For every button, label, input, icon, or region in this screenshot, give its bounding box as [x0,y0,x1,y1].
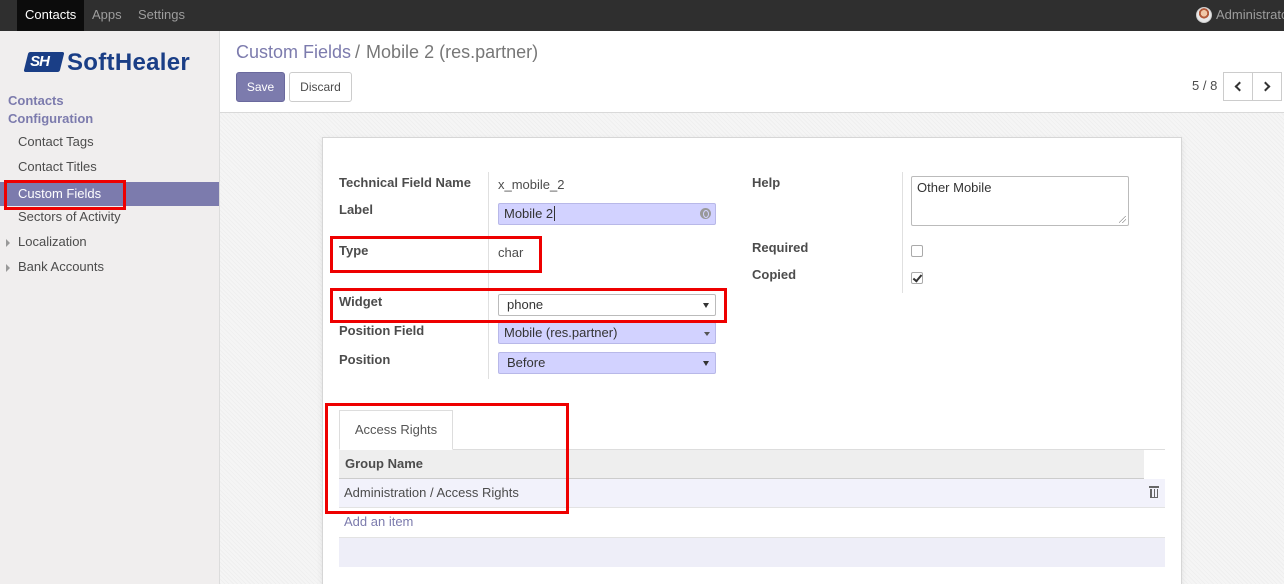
pager-value[interactable]: 5 / 8 [1192,78,1217,93]
logo-wordmark: SoftHealer [67,49,191,76]
sidebar-item-contact-titles[interactable]: Contact Titles [0,155,219,179]
label-input[interactable]: Mobile 2 [498,203,716,225]
nav-menu-apps[interactable]: Apps [92,0,122,31]
breadcrumb: Custom Fields / Mobile 2 (res.partner) [236,42,538,63]
position-field-select[interactable]: Mobile (res.partner) [498,322,716,344]
pager-next-button[interactable] [1252,72,1282,101]
highlight-access-rights [325,403,569,514]
logo-mark-icon [23,52,65,72]
sidebar-item-label: Bank Accounts [18,259,104,274]
position-label: Position [339,352,391,367]
help-textarea[interactable]: Other Mobile [911,176,1129,226]
position-select-value: Before [507,355,546,370]
resize-grip-icon[interactable] [1119,216,1126,223]
pager-previous-button[interactable] [1223,72,1253,101]
sidebar-item-localization[interactable]: Localization [0,230,219,254]
breadcrumb-parent-link[interactable]: Custom Fields [236,42,351,62]
sidebar-item-label: Contact Titles [18,159,97,174]
discard-button[interactable]: Discard [289,72,352,102]
nav-menu-contacts[interactable]: Contacts [17,0,85,31]
technical-field-name-value: x_mobile_2 [498,177,565,192]
sidebar-item-label: Localization [18,234,87,249]
company-logo: SoftHealer [23,49,196,77]
add-item-link[interactable]: Add an item [344,514,413,529]
position-field-label: Position Field [339,323,425,338]
left-group-divider [488,172,489,379]
label-input-value: Mobile 2 [504,206,554,221]
copied-checkbox[interactable] [911,272,923,284]
sidebar-section-configuration: Configuration [8,111,94,126]
trash-icon[interactable] [1149,486,1159,498]
breadcrumb-separator: / [355,42,361,62]
sidebar-item-label: Contact Tags [18,134,94,149]
required-checkbox[interactable] [911,245,923,257]
chevron-left-icon [1234,81,1245,92]
user-name: Administrator [1216,7,1284,22]
user-menu[interactable]: Administrator [1190,0,1284,31]
top-navbar: Contacts Apps Settings Administrator [0,0,1284,31]
copied-label: Copied [752,267,797,282]
chevron-down-icon [704,332,710,336]
caret-right-icon [6,264,10,272]
save-button[interactable]: Save [236,72,285,102]
highlight-custom-fields [4,180,126,210]
sidebar-section-contacts[interactable]: Contacts [8,93,64,108]
label-field-label: Label [339,202,373,217]
chevron-down-icon [703,361,709,366]
sidebar-item-bank-accounts[interactable]: Bank Accounts [0,255,219,279]
sidebar-item-label: Sectors of Activity [18,209,121,224]
translate-globe-icon[interactable] [700,208,711,219]
position-field-value: Mobile (res.partner) [504,325,618,340]
nav-menu-settings[interactable]: Settings [138,0,185,31]
highlight-type [330,236,542,273]
technical-field-name-label: Technical Field Name [339,175,471,190]
help-label: Help [752,175,781,190]
table-footer [339,537,1165,567]
required-label: Required [752,240,809,255]
position-select[interactable]: Before [498,352,716,374]
help-textarea-value: Other Mobile [917,180,992,195]
chevron-right-icon [1260,81,1271,92]
avatar [1196,7,1212,23]
right-group-divider [902,172,903,293]
sidebar: SoftHealer Contacts Configuration Contac… [0,31,220,584]
caret-right-icon [6,239,10,247]
breadcrumb-current: Mobile 2 (res.partner) [366,42,539,62]
sidebar-item-contact-tags[interactable]: Contact Tags [0,130,219,154]
highlight-widget [330,288,727,323]
